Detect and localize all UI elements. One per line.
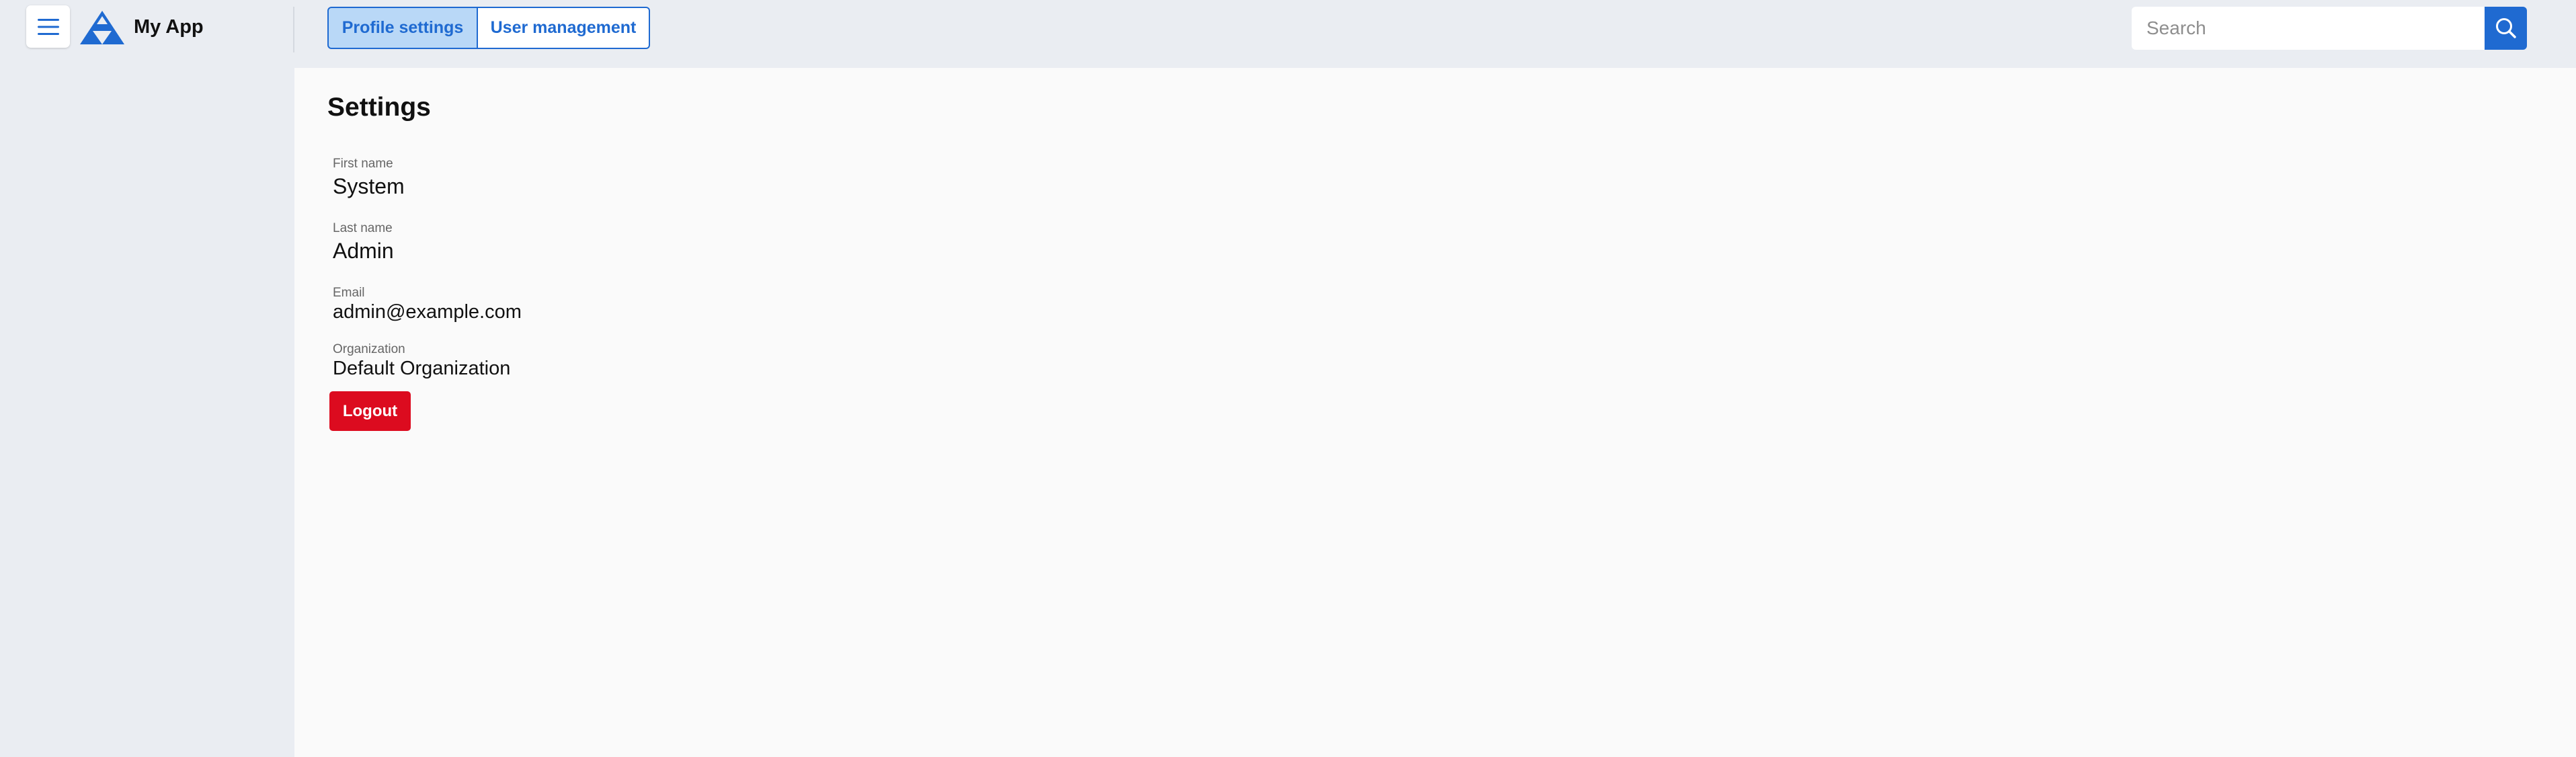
first-name-label: First name bbox=[333, 157, 393, 171]
search-button[interactable] bbox=[2485, 7, 2527, 50]
sidebar bbox=[0, 68, 294, 757]
logout-button[interactable]: Logout bbox=[329, 391, 411, 431]
top-header: My App Profile settings User management bbox=[0, 0, 2576, 68]
organization-label: Organization bbox=[333, 342, 405, 356]
tab-bar: Profile settings User management bbox=[327, 7, 650, 49]
search-input[interactable] bbox=[2132, 7, 2485, 50]
header-divider bbox=[293, 7, 294, 52]
search-icon bbox=[2495, 18, 2516, 38]
search-bar bbox=[2132, 7, 2527, 50]
email-label: Email bbox=[333, 286, 365, 300]
triangle-logo-icon bbox=[80, 11, 124, 44]
page-title: Settings bbox=[327, 93, 431, 122]
organization-value: Default Organization bbox=[333, 358, 511, 379]
tab-user-management[interactable]: User management bbox=[478, 7, 650, 49]
tab-profile-settings[interactable]: Profile settings bbox=[327, 7, 478, 49]
last-name-value: Admin bbox=[333, 239, 394, 263]
main-content: Settings First name System Last name Adm… bbox=[294, 68, 2576, 757]
first-name-value: System bbox=[333, 174, 405, 198]
app-root: My App Profile settings User management … bbox=[0, 0, 2576, 757]
menu-button[interactable] bbox=[26, 5, 70, 48]
hamburger-menu-icon bbox=[37, 18, 59, 35]
app-name: My App bbox=[134, 16, 204, 38]
email-value: admin@example.com bbox=[333, 301, 522, 323]
last-name-label: Last name bbox=[333, 221, 393, 235]
